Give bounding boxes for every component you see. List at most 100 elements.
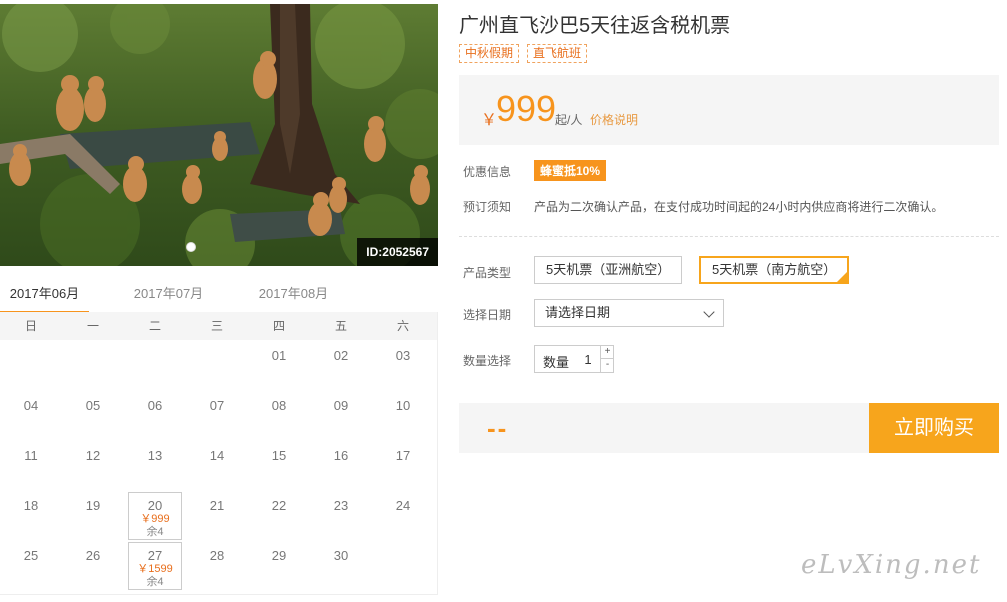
product-tags: 中秋假期 直飞航班: [459, 44, 588, 63]
calendar-week-row: 04 05 06 07 08 09 10: [0, 390, 437, 440]
day-number: 14: [209, 448, 225, 463]
total-price-value: --: [487, 413, 509, 443]
calendar-day: 08: [248, 390, 310, 440]
quantity-increase-button[interactable]: +: [600, 346, 614, 359]
selected-check-icon: [837, 272, 848, 282]
day-number: 11: [24, 448, 38, 463]
calendar-week-row: 25 26 27 ￥1599 余4 28 29 30: [0, 540, 437, 590]
product-type-label: 产品类型: [463, 266, 512, 280]
calendar-day: 26: [62, 540, 124, 590]
day-number: 22: [271, 498, 287, 513]
quantity-decrease-button[interactable]: -: [600, 359, 614, 372]
calendar-week-row: 18 19 20 ￥999 余4 21 22 23 24: [0, 490, 437, 540]
calendar-day: 21: [186, 490, 248, 540]
calendar-day-available[interactable]: 27 ￥1599 余4: [124, 540, 186, 590]
calendar-day: 24: [372, 490, 434, 540]
calendar-day: 25: [0, 540, 62, 590]
chevron-down-icon: [703, 306, 715, 318]
type-option-china-southern[interactable]: 5天机票（南方航空）: [699, 256, 850, 284]
tab-month-2017-06[interactable]: 2017年06月: [0, 282, 89, 314]
calendar-day: 19: [62, 490, 124, 540]
day-number: 19: [85, 498, 101, 513]
price-currency: ￥: [481, 112, 498, 129]
notice-text: 产品为二次确认产品，在支付成功时间起的24小时内供应商将进行二次确认。: [534, 200, 944, 214]
day-number: 29: [271, 548, 287, 563]
day-number: 10: [395, 398, 411, 413]
tab-month-2017-07[interactable]: 2017年07月: [124, 282, 213, 314]
calendar-day: 17: [372, 440, 434, 490]
calendar-day: 30: [310, 540, 372, 590]
calendar-day: 29: [248, 540, 310, 590]
calendar-day: 03: [372, 340, 434, 390]
day-stock: 余4: [146, 576, 164, 588]
price-unit: 起/人: [555, 113, 583, 127]
product-title: 广州直飞沙巴5天往返含税机票: [459, 15, 731, 37]
tag-direct-flight: 直飞航班: [527, 44, 588, 63]
day-number: 09: [333, 398, 349, 413]
day-number: 18: [23, 498, 39, 513]
calendar-weekday-header: 日 一 二 三 四 五 六: [0, 312, 437, 340]
day-number: 21: [209, 498, 225, 513]
day-number: 02: [333, 348, 349, 363]
day-number: 30: [333, 548, 349, 563]
calendar-day: 22: [248, 490, 310, 540]
tag-holiday: 中秋假期: [459, 44, 520, 63]
day-price: ￥999: [140, 513, 170, 525]
divider: [459, 236, 999, 237]
calendar-day: 14: [186, 440, 248, 490]
calendar-day: [62, 340, 124, 390]
calendar-day: [372, 540, 434, 590]
calendar-day: 09: [310, 390, 372, 440]
day-number: 16: [333, 448, 349, 463]
weekday-label: 一: [86, 319, 99, 333]
calendar-day: 10: [372, 390, 434, 440]
calendar-day: 16: [310, 440, 372, 490]
calendar-day: 12: [62, 440, 124, 490]
day-number: 04: [23, 398, 39, 413]
calendar-day: [186, 340, 248, 390]
day-number: 27: [147, 548, 163, 563]
day-number: 25: [23, 548, 39, 563]
day-number: 15: [271, 448, 287, 463]
day-number: 07: [209, 398, 225, 413]
photo-id-badge: ID:2052567: [357, 238, 438, 266]
discount-badge: 蜂蜜抵10%: [534, 160, 607, 181]
type-option-airasia[interactable]: 5天机票（亚洲航空）: [534, 256, 683, 284]
total-price-bar: --: [459, 403, 869, 453]
calendar-week-row: 01 02 03: [0, 340, 437, 390]
calendar-day: 04: [0, 390, 62, 440]
monkeys-photo-illustration: [0, 4, 438, 266]
date-select-label: 选择日期: [463, 308, 512, 322]
weekday-label: 日: [24, 319, 37, 333]
price-value: 999: [496, 88, 557, 129]
calendar-day: 05: [62, 390, 124, 440]
calendar-day: 02: [310, 340, 372, 390]
calendar-day: 23: [310, 490, 372, 540]
day-number: 13: [147, 448, 163, 463]
date-select-dropdown[interactable]: 请选择日期: [534, 299, 724, 327]
quantity-value[interactable]: 1: [581, 352, 595, 367]
day-number: 12: [85, 448, 101, 463]
calendar-day: 11: [0, 440, 62, 490]
day-number: 05: [85, 398, 101, 413]
quantity-stepper: 数量 1 + -: [534, 345, 614, 373]
price-panel: ￥ 999 起/人 价格说明: [459, 75, 999, 145]
calendar-day: 01: [248, 340, 310, 390]
calendar-day: 13: [124, 440, 186, 490]
date-select-value: 请选择日期: [545, 305, 611, 320]
watermark: eLvXing.net: [801, 550, 982, 580]
month-tabs: 2017年06月 2017年07月 2017年08月: [0, 282, 438, 314]
day-number: 08: [271, 398, 287, 413]
carousel-dot[interactable]: [186, 242, 196, 252]
buy-now-button[interactable]: 立即购买: [869, 403, 999, 453]
calendar-day-available[interactable]: 20 ￥999 余4: [124, 490, 186, 540]
day-number: 23: [333, 498, 349, 513]
tab-month-2017-08[interactable]: 2017年08月: [249, 282, 338, 314]
price-explanation-link[interactable]: 价格说明: [590, 111, 638, 128]
product-photo: ID:2052567: [0, 4, 438, 266]
calendar-day: 07: [186, 390, 248, 440]
calendar-grid: 01 02 03 04 05 06 07 08 09 10 11 12 13 14 15 16 17 18 19 20…: [0, 340, 437, 590]
weekday-label: 二: [148, 319, 161, 333]
quantity-inner-label: 数量: [543, 355, 570, 370]
discount-label: 优惠信息: [463, 165, 512, 179]
